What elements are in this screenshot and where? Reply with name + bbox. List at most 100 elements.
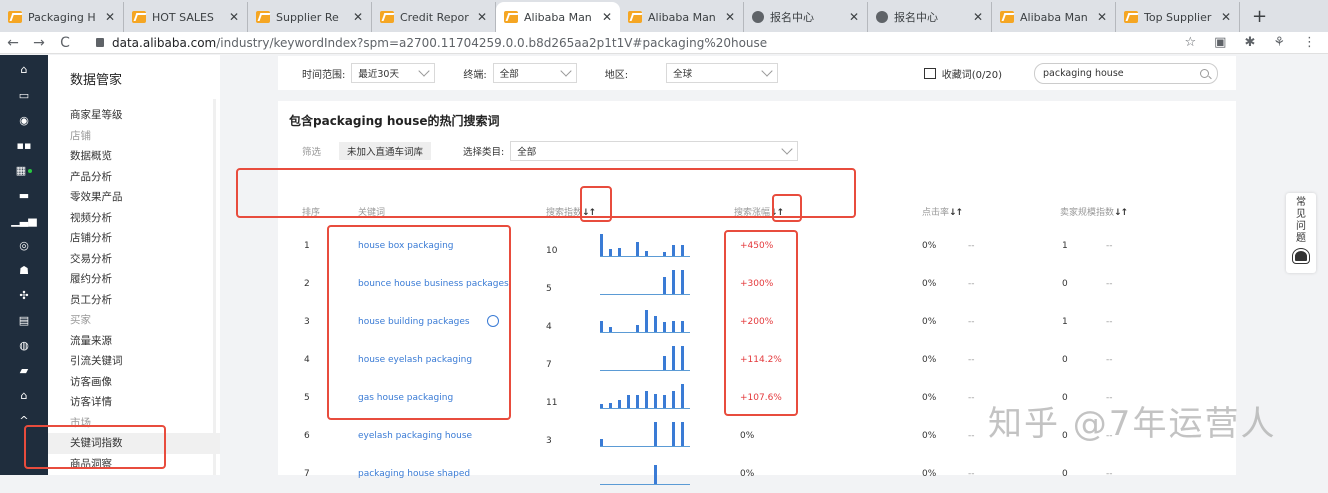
browser-tab[interactable]: Supplier Re ✕ <box>248 2 372 32</box>
sidebar-item[interactable]: 零效果产品 <box>48 187 220 208</box>
globe-icon <box>876 11 888 23</box>
keyword-link[interactable]: house eyelash packaging <box>358 355 472 365</box>
close-icon[interactable]: ✕ <box>725 10 735 24</box>
calendar-icon[interactable]: ▦ <box>0 158 48 183</box>
bank-icon[interactable]: ⌂ <box>0 383 48 408</box>
browser-tab[interactable]: 报名中心 ✕ <box>868 2 992 32</box>
keyword-link[interactable]: bounce house business packages <box>358 279 509 289</box>
sidebar-item[interactable]: 访客画像 <box>48 372 220 393</box>
sort-icon[interactable]: ↓↑ <box>1114 208 1128 218</box>
close-icon[interactable]: ✕ <box>1097 10 1107 24</box>
store-icon[interactable]: ▭ <box>0 83 48 108</box>
sidebar-item[interactable]: 视频分析 <box>48 208 220 229</box>
table-row: 3 house building packages 4 +200% 0% -- 1 -- <box>278 303 1236 341</box>
region-select[interactable]: 全球 <box>666 63 779 83</box>
sidebar-item[interactable]: 商家星等级 <box>48 105 220 126</box>
sidebar-item[interactable]: 员工分析 <box>48 290 220 311</box>
close-icon[interactable]: ✕ <box>353 10 363 24</box>
sort-icon[interactable]: ↓↑ <box>770 208 784 218</box>
collapse-icon[interactable]: ^ <box>0 408 48 433</box>
sidebar-item[interactable]: 关键词指数 <box>48 433 220 454</box>
keyword-link[interactable]: house building packages <box>358 317 470 327</box>
close-icon[interactable]: ✕ <box>229 10 239 24</box>
new-tab-button[interactable]: + <box>1240 2 1279 32</box>
vehicle-icon[interactable]: ▰ <box>0 358 48 383</box>
sidebar-item[interactable]: 交易分析 <box>48 249 220 270</box>
profile-icon[interactable]: ⚘ <box>1273 35 1285 50</box>
location-icon[interactable]: ◎ <box>0 233 48 258</box>
sparkline-bar <box>672 346 675 370</box>
browser-tab[interactable]: Packaging H ✕ <box>0 2 124 32</box>
close-icon[interactable]: ✕ <box>105 10 115 24</box>
filter-tag[interactable]: 未加入直通车词库 <box>339 142 432 160</box>
header-seller-scale-label: 卖家规模指数 <box>1060 208 1115 218</box>
close-icon[interactable]: ✕ <box>973 10 983 24</box>
keyword-search-input[interactable]: packaging house <box>1034 62 1218 84</box>
screenshot-extension-icon[interactable]: ▣ <box>1214 35 1226 50</box>
sparkline-bar <box>645 391 648 408</box>
search-icon[interactable] <box>1200 68 1209 78</box>
keyword-link[interactable]: house box packaging <box>358 241 454 251</box>
browser-tab[interactable]: 报名中心 ✕ <box>744 2 868 32</box>
keyword-link[interactable]: eyelash packaging house <box>358 431 472 441</box>
back-icon[interactable]: ← <box>0 35 26 51</box>
chart-icon[interactable]: ▁▃▅ <box>0 208 48 233</box>
header-seller-scale[interactable]: 卖家规模指数↓↑ <box>1060 205 1128 218</box>
browser-tab[interactable]: Top Supplier ✕ <box>1116 2 1240 32</box>
sidebar-scrollbar[interactable] <box>213 99 216 475</box>
time-range-select[interactable]: 最近30天 <box>351 63 436 83</box>
browser-tab[interactable]: Alibaba Man ✕ <box>992 2 1116 32</box>
sidebar-item[interactable]: 流量来源 <box>48 331 220 352</box>
grid-icon[interactable]: ▪▪ <box>0 133 48 158</box>
shield-icon[interactable]: ◉ <box>0 108 48 133</box>
header-search-index[interactable]: 搜索指数↓↑ <box>546 205 596 218</box>
terminal-select[interactable]: 全部 <box>492 63 577 83</box>
users-icon[interactable]: ☗ <box>0 258 48 283</box>
reload-icon[interactable]: C <box>52 35 78 51</box>
forward-icon[interactable]: → <box>26 35 52 51</box>
sidebar-item[interactable]: 产品分析 <box>48 167 220 188</box>
home-icon[interactable]: ⌂ <box>0 55 48 83</box>
sidebar-item[interactable]: 履约分析 <box>48 269 220 290</box>
sparkline-bar <box>600 404 603 408</box>
connect-icon[interactable]: ✣ <box>0 283 48 308</box>
browser-tab[interactable]: Alibaba Man ✕ <box>496 2 620 32</box>
close-icon[interactable]: ✕ <box>1221 10 1231 24</box>
time-range-value: 最近30天 <box>358 69 399 80</box>
close-icon[interactable]: ✕ <box>849 10 859 24</box>
globe-icon[interactable]: ◍ <box>0 333 48 358</box>
sort-icon[interactable]: ↓↑ <box>582 208 596 218</box>
bookmark-star-icon[interactable]: ☆ <box>1184 35 1196 50</box>
sidebar-item[interactable]: 引流关键词 <box>48 351 220 372</box>
region-label: 地区: <box>604 69 629 81</box>
keyword-link[interactable]: gas house packaging <box>358 393 453 403</box>
message-icon[interactable]: ▬ <box>0 183 48 208</box>
category-select[interactable]: 全部 <box>510 141 799 161</box>
sidebar-item[interactable]: 访客详情 <box>48 392 220 413</box>
sidebar-item[interactable]: 数据概览 <box>48 146 220 167</box>
lock-icon <box>96 38 104 47</box>
header-search-rise[interactable]: 搜索涨幅↓↑ <box>734 205 784 218</box>
favorites-button[interactable]: 收藏词(0/20) <box>923 66 1002 81</box>
card-title: 包含packaging house的热门搜索词 <box>289 114 500 128</box>
sparkline-bar <box>663 395 666 408</box>
tab-title: Credit Repor <box>400 10 469 24</box>
keyword-link[interactable]: packaging house shaped <box>358 469 470 479</box>
clipboard-icon[interactable]: ▤ <box>0 308 48 333</box>
sidebar-item[interactable]: 店铺分析 <box>48 228 220 249</box>
browser-tab[interactable]: Credit Repor ✕ <box>372 2 496 32</box>
ctr-cell: 0% <box>922 355 937 365</box>
help-button[interactable]: 常见问题 <box>1286 193 1316 273</box>
close-icon[interactable]: ✕ <box>602 10 612 24</box>
url-field[interactable]: data.alibaba.com/industry/keywordIndex?s… <box>96 36 767 50</box>
sort-icon[interactable]: ↓↑ <box>949 208 963 218</box>
puzzle-extension-icon[interactable]: ✱ <box>1244 35 1255 50</box>
browser-tab[interactable]: HOT SALES ✕ <box>124 2 248 32</box>
tab-title: Packaging H <box>28 10 96 24</box>
close-icon[interactable]: ✕ <box>477 10 487 24</box>
ctr-trend-cell: -- <box>968 469 975 479</box>
sidebar-item[interactable]: 商品洞察 <box>48 454 220 475</box>
browser-tab[interactable]: Alibaba Man ✕ <box>620 2 744 32</box>
menu-icon[interactable]: ⋮ <box>1303 35 1316 50</box>
header-ctr[interactable]: 点击率↓↑ <box>922 205 963 218</box>
